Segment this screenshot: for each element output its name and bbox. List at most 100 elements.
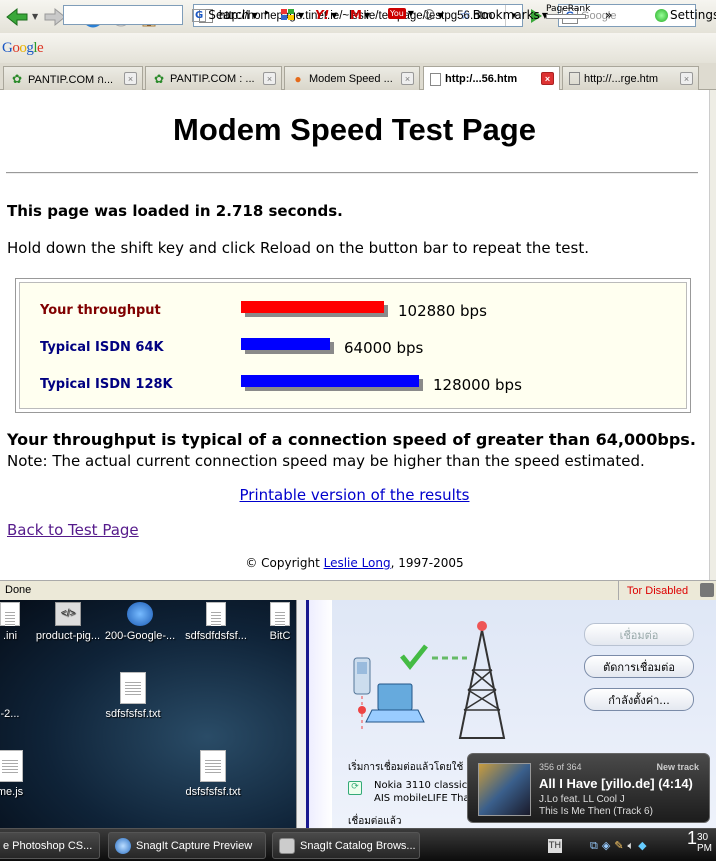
pantip-favicon: ✿	[153, 71, 165, 86]
connect-button[interactable]: เชื่อมต่อ	[584, 623, 694, 646]
desktop-icon[interactable]: sdfsfsfsf.txt	[93, 672, 173, 720]
taskbar-button-snagit-preview[interactable]: SnagIt Capture Preview	[108, 832, 266, 859]
tor-status-button[interactable]: Tor Disabled	[618, 581, 696, 600]
desktop-icon[interactable]: BitC	[240, 602, 296, 642]
tab-active-testpg56[interactable]: http:/...56.htm ×	[423, 66, 560, 91]
instruction-text: Hold down the shift key and click Reload…	[7, 239, 589, 257]
pagerank-bar	[546, 14, 586, 19]
copyright-years: , 1997-2005	[390, 556, 464, 570]
back-button[interactable]	[4, 4, 30, 30]
result-value-your-throughput: 102880 bps	[398, 302, 487, 320]
windows-flag-icon[interactable]: ▼	[280, 8, 304, 22]
js-file-icon	[0, 750, 23, 782]
gmail-icon[interactable]: M ▼	[350, 8, 370, 22]
desktop-icon[interactable]: me.js	[0, 750, 50, 798]
settings-green-icon	[655, 8, 668, 22]
google-toolbar: Google	[0, 33, 716, 63]
google-toolbar-search-input[interactable]	[63, 5, 183, 25]
clock-hour-digit: 1	[686, 828, 697, 848]
code-file-icon: </>	[55, 602, 81, 626]
horizontal-rule	[6, 172, 698, 174]
status-gear-icon[interactable]	[700, 583, 714, 597]
clock-minutes: 30	[697, 832, 709, 843]
pagerank-indicator[interactable]: PageRank	[546, 4, 590, 19]
result-bar-your-throughput	[241, 301, 384, 313]
tab-bar: ✿ PANTIP.COM ก... × ✿ PANTIP.COM : ... ×…	[0, 63, 716, 91]
settings-button[interactable]: Settings	[655, 8, 716, 22]
google-logo[interactable]: Google	[2, 40, 44, 57]
connected-status-text: เชื่อมต่อแล้ว	[348, 816, 402, 827]
tray-wireless-icon[interactable]: ◈	[602, 839, 610, 852]
text-file-icon	[200, 750, 226, 782]
star-icon: ☆	[460, 8, 471, 22]
result-value-isdn-64k: 64000 bps	[344, 339, 424, 357]
toolbar-overflow-chevron[interactable]: »	[605, 8, 612, 22]
tray-ime-icon[interactable]: TH	[548, 838, 562, 853]
desktop-icon[interactable]: dsfsfsfsf.txt	[173, 750, 253, 798]
google-search-button[interactable]: G Search ▼	[192, 8, 258, 22]
laptop-icon	[365, 683, 425, 723]
back-to-test-page-link[interactable]: Back to Test Page	[7, 521, 139, 539]
track-count: 356 of 364	[539, 762, 582, 772]
tab-close-icon[interactable]: ×	[124, 72, 137, 85]
page-title: Modem Speed Test Page	[173, 112, 536, 147]
tab-rge[interactable]: http://...rge.htm ×	[562, 66, 699, 90]
results-panel: Your throughput 102880 bps Typical ISDN …	[19, 282, 687, 409]
load-time-text: This page was loaded in 2.718 seconds.	[7, 202, 343, 220]
device-name-text: Nokia 3110 classic B	[374, 780, 478, 791]
yahoo-icon[interactable]: Y! ▼	[315, 8, 337, 22]
author-link[interactable]: Leslie Long	[324, 556, 391, 570]
page-content: Modem Speed Test Page This page was load…	[0, 90, 709, 580]
desktop-icon[interactable]: </> product-pig...	[28, 602, 108, 642]
bookmarks-button[interactable]: ☆ Bookmarks ▼	[460, 8, 548, 22]
tab-close-icon[interactable]: ×	[263, 72, 276, 85]
tab-close-icon[interactable]: ×	[401, 72, 414, 85]
settings-button[interactable]: กำลังตั้งค่า...	[584, 688, 694, 711]
result-label-isdn-128k: Typical ISDN 128K	[40, 377, 173, 392]
desktop-icon[interactable]: 200-Google-...	[100, 602, 180, 642]
tray-network-icon[interactable]: ⧉	[590, 839, 598, 853]
taskbar-button-photoshop[interactable]: e Photoshop CS...	[0, 832, 100, 859]
now-playing-notification[interactable]: 356 of 364 New track All I Have [yillo.d…	[467, 753, 710, 823]
ie-icon	[127, 602, 153, 626]
check-icon	[400, 644, 428, 671]
orange-favicon: ●	[294, 71, 302, 86]
taskbar-clock[interactable]: 130 PM	[687, 829, 712, 854]
file-icon	[0, 602, 20, 626]
desktop-icon[interactable]: -2...	[0, 680, 50, 720]
pantip-favicon: ✿	[11, 71, 23, 86]
tower-icon	[458, 621, 506, 739]
page-favicon	[569, 72, 580, 85]
tray-app-icon[interactable]: ◆	[638, 839, 646, 852]
track-artist: J.Lo feat. LL Cool J	[539, 794, 625, 805]
track-album: This Is Me Then (Track 6)	[539, 806, 653, 817]
tray-volume-icon[interactable]: 🔈︎	[628, 839, 635, 853]
tab-modem-speed[interactable]: ● Modem Speed ... ×	[284, 66, 420, 90]
printable-version-link-row: Printable version of the results	[0, 486, 709, 504]
text-file-icon	[120, 672, 146, 704]
vertical-scrollbar[interactable]	[709, 90, 716, 580]
result-bar-isdn-64k	[241, 338, 330, 350]
disconnect-button[interactable]: ตัดการเชื่อมต่อ	[584, 655, 694, 678]
device-icon: ⟳	[348, 781, 362, 795]
typical-speed-text: Your throughput is typical of a connecti…	[7, 430, 696, 449]
back-history-dropdown[interactable]: ▼	[32, 12, 38, 21]
mascot-icon[interactable]: ☺ ▼	[423, 8, 444, 22]
tab-close-icon[interactable]: ×	[680, 72, 693, 85]
window-edge	[306, 600, 332, 828]
tray-pen-icon[interactable]: ✎	[614, 839, 623, 852]
status-bar: Done Tor Disabled	[0, 580, 716, 600]
clock-ampm: PM	[697, 843, 712, 854]
tab-pantip-2[interactable]: ✿ PANTIP.COM : ... ×	[145, 66, 282, 90]
tab-close-icon[interactable]: ×	[541, 72, 554, 85]
file-icon	[270, 602, 290, 626]
tab-pantip-1[interactable]: ✿ PANTIP.COM ก... ×	[3, 66, 143, 90]
results-table: Your throughput 102880 bps Typical ISDN …	[15, 278, 691, 413]
youtube-icon[interactable]: You ▼	[388, 8, 414, 19]
snagit-icon	[115, 837, 131, 854]
result-value-isdn-128k: 128000 bps	[433, 376, 522, 394]
note-text: Note: The actual current connection spee…	[7, 452, 645, 470]
printable-version-link[interactable]: Printable version of the results	[240, 486, 470, 504]
toolbar-options-icon[interactable]: ▸	[265, 8, 270, 18]
taskbar-button-snagit-catalog[interactable]: SnagIt Catalog Brows...	[272, 832, 420, 859]
